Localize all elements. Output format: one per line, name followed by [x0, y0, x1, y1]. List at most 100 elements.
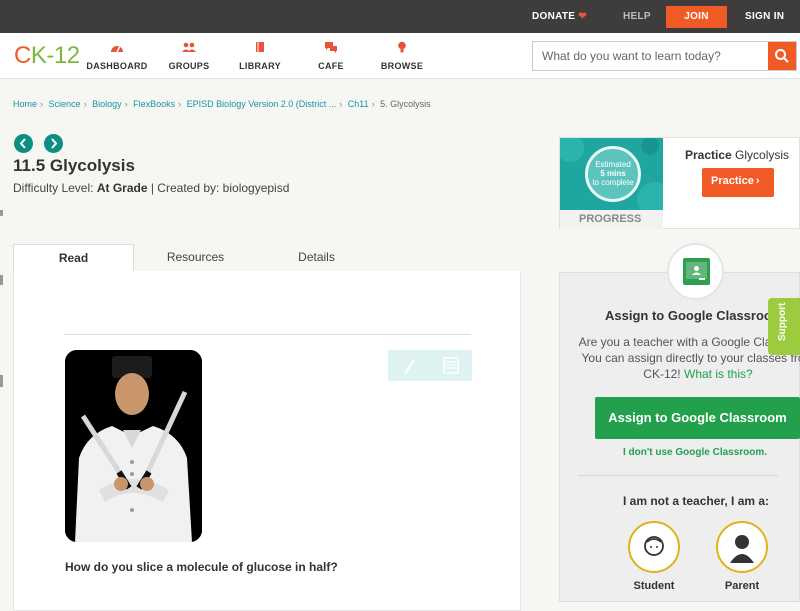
practice-card: Estimated 5 mins to complete PROGRESS Pr… [559, 137, 800, 229]
content-tabs: Read Resources Details [13, 244, 521, 272]
left-edge-mark [0, 210, 3, 216]
chevron-left-icon [19, 138, 26, 149]
breadcrumb-separator: › [40, 99, 44, 109]
annotation-tools [388, 350, 472, 381]
tab-details[interactable]: Details [256, 244, 377, 272]
support-label: Support [777, 302, 788, 341]
breadcrumb-home[interactable]: Home [13, 99, 37, 109]
support-tab[interactable]: Support [768, 298, 800, 355]
nav-groups[interactable]: GROUPS [153, 41, 225, 71]
logo-text: K-12 [30, 42, 80, 69]
difficulty-label: Difficulty Level: [13, 181, 94, 195]
chevron-right-icon: › [755, 175, 760, 187]
practice-button[interactable]: Practice › [702, 168, 774, 197]
breadcrumb-current: 5. Glycolysis [380, 99, 431, 109]
estimate-circle: Estimated 5 mins to complete [585, 146, 641, 202]
role-label: Parent [724, 580, 760, 592]
breadcrumb-separator: › [124, 99, 128, 109]
help-link[interactable]: HELP [623, 0, 651, 33]
google-classroom-badge [667, 243, 724, 300]
donate-link[interactable]: DONATE ❤ [532, 0, 587, 33]
nav-label: BROWSE [380, 61, 424, 71]
chef-image [65, 350, 202, 542]
page-meta: Difficulty Level: At Grade | Created by:… [13, 181, 289, 195]
no-google-classroom-link[interactable]: I don't use Google Classroom. [623, 447, 767, 458]
nav-dashboard[interactable]: DASHBOARD [81, 41, 153, 71]
read-panel: How do you slice a molecule of glucose i… [13, 271, 521, 611]
sign-in-link[interactable]: SIGN IN [745, 0, 784, 33]
dashboard-icon [111, 45, 123, 53]
join-button[interactable]: JOIN [666, 6, 727, 28]
role-label: Student [633, 580, 675, 592]
nav-browse[interactable]: BROWSE [366, 41, 438, 71]
top-bar: DONATE ❤ HELP JOIN SIGN IN [0, 0, 800, 33]
nav-library[interactable]: LIBRARY [224, 41, 296, 71]
role-parent[interactable]: Parent [714, 521, 770, 592]
breadcrumb-biology[interactable]: Biology [92, 99, 122, 109]
tab-resources[interactable]: Resources [135, 244, 256, 272]
practice-title-topic: Glycolysis [735, 148, 790, 162]
search-icon [775, 49, 789, 63]
chef-illustration [65, 350, 202, 542]
breadcrumb: Home › Science › Biology › FlexBooks › EPISD… [13, 99, 434, 109]
breadcrumb-separator: › [339, 99, 343, 109]
ck12-logo[interactable]: CK-12 [14, 42, 80, 70]
library-icon [256, 42, 264, 52]
practice-image: Estimated 5 mins to complete [560, 138, 663, 210]
practice-title: Practice Glycolysis [685, 148, 789, 162]
created-by: | Created by: biologyepisd [150, 181, 290, 195]
breadcrumb-separator: › [178, 99, 182, 109]
assign-heading: Assign to Google Classroom [605, 308, 784, 323]
left-edge-mark [0, 275, 3, 285]
donate-label: DONATE [532, 11, 576, 22]
search-box [532, 41, 797, 71]
notes-icon [443, 357, 459, 374]
page-title: 11.5 Glycolysis [13, 156, 135, 175]
tab-read[interactable]: Read [13, 244, 134, 272]
parent-icon [716, 521, 768, 573]
logo-c: C [14, 42, 31, 69]
estimate-line-3: to complete [592, 178, 634, 187]
practice-button-label: Practice [711, 175, 754, 187]
divider [578, 475, 778, 476]
next-button[interactable] [44, 134, 63, 153]
search-button[interactable] [768, 42, 796, 70]
breadcrumb-book[interactable]: EPISD Biology Version 2.0 (District ... [187, 99, 337, 109]
student-icon [628, 521, 680, 573]
difficulty-value: At Grade [96, 181, 148, 195]
heart-icon: ❤ [578, 11, 587, 22]
what-is-this-link[interactable]: What is this? [684, 367, 753, 381]
breadcrumb-flexbooks[interactable]: FlexBooks [133, 99, 175, 109]
role-student[interactable]: Student [626, 521, 682, 592]
not-teacher-label: I am not a teacher, I am a: [623, 494, 770, 508]
search-input[interactable] [533, 42, 769, 70]
assign-google-classroom-button[interactable]: Assign to Google Classroom [595, 397, 800, 439]
nav-label: LIBRARY [239, 61, 281, 71]
left-edge-mark [0, 375, 3, 387]
nav-label: GROUPS [168, 61, 210, 71]
google-classroom-panel: Assign to Google Classroom Are you a tea… [559, 272, 800, 602]
pencil-icon [404, 359, 415, 375]
groups-icon [182, 42, 196, 52]
previous-button[interactable] [14, 134, 33, 153]
nav-label: DASHBOARD [86, 61, 148, 71]
main-header: CK-12 DASHBOARD GROUPS LIBRARY CAFE BROW… [0, 33, 800, 79]
practice-title-bold: Practice [685, 148, 732, 162]
divider [64, 334, 471, 335]
breadcrumb-separator: › [371, 99, 375, 109]
notes-button[interactable] [430, 350, 472, 381]
breadcrumb-chapter[interactable]: Ch11 [348, 99, 369, 109]
lesson-question: How do you slice a molecule of glucose i… [65, 560, 338, 574]
highlight-button[interactable] [388, 350, 430, 381]
chevron-right-icon [51, 138, 58, 149]
estimate-line-2: 5 mins [600, 169, 626, 178]
assign-text: Are you a teacher with a Google Classroo… [578, 334, 800, 382]
google-classroom-icon [683, 258, 710, 285]
cafe-icon [325, 42, 337, 53]
browse-icon [398, 41, 406, 53]
nav-label: CAFE [318, 61, 344, 71]
nav-cafe[interactable]: CAFE [295, 41, 367, 71]
estimate-line-1: Estimated [595, 160, 631, 169]
progress-label: PROGRESS [560, 210, 663, 229]
breadcrumb-science[interactable]: Science [49, 99, 81, 109]
